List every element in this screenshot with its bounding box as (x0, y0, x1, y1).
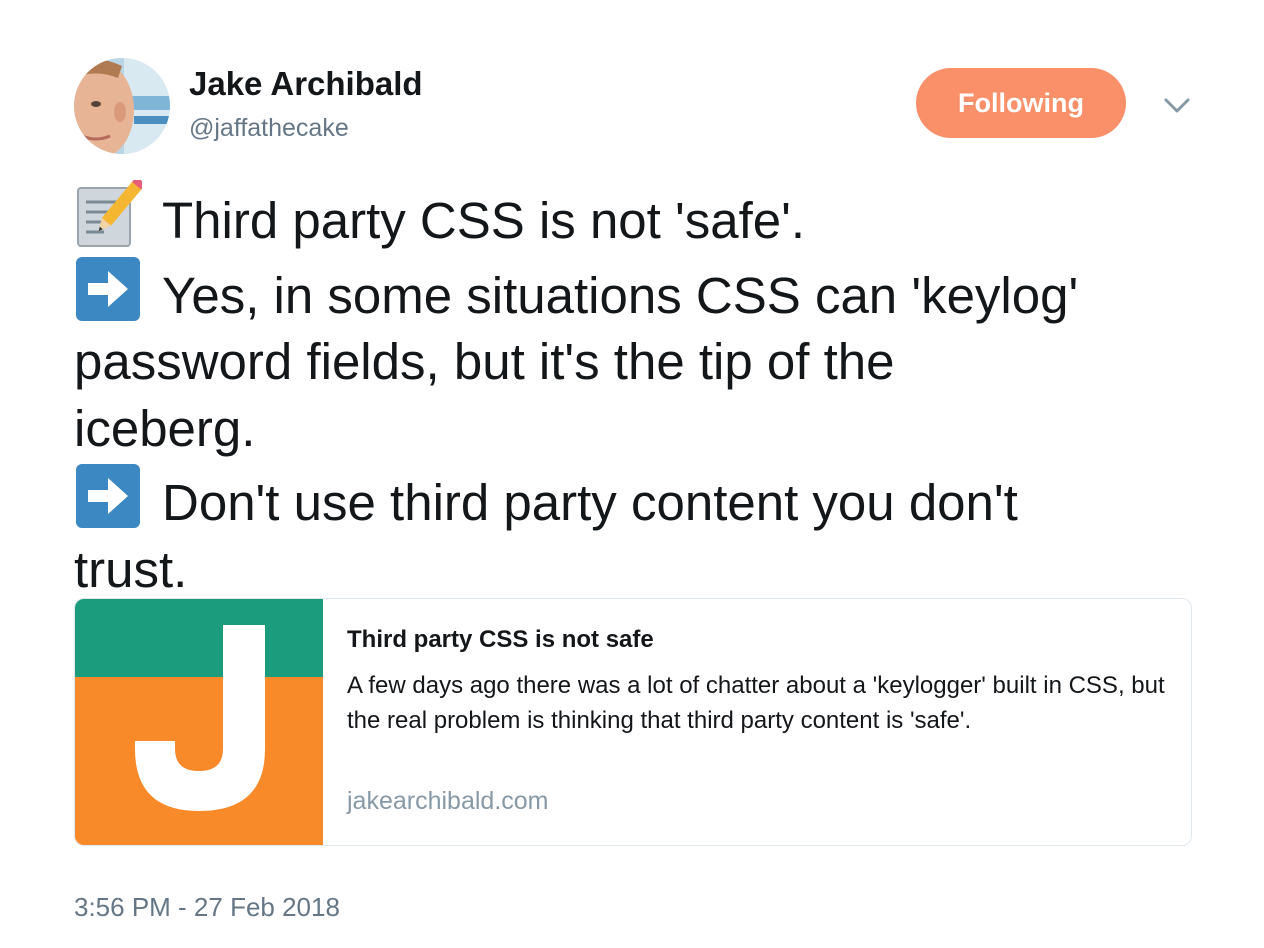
tweet-line: Yes, in some situations CSS can 'keylog' (74, 255, 1194, 330)
display-name[interactable]: Jake Archibald (189, 64, 423, 104)
tweet-timestamp[interactable]: 3:56 PM - 27 Feb 2018 (74, 890, 340, 924)
tweet-line: password fields, but it's the tip of the (74, 333, 895, 390)
following-button[interactable]: Following (916, 68, 1126, 138)
chevron-down-icon[interactable] (1160, 90, 1194, 120)
j-logo (75, 599, 323, 845)
tweet-line: iceberg. (74, 399, 256, 457)
tweet-line: Don't use third party content you don't (74, 462, 1194, 537)
tweet-line: trust. (74, 540, 188, 598)
right-arrow-icon (74, 255, 142, 323)
link-card[interactable]: Third party CSS is not safe A few days a… (74, 598, 1192, 846)
memo-icon (74, 176, 146, 248)
avatar[interactable] (74, 58, 170, 154)
tweet-text: Third party CSS is not 'safe'. Yes, in s… (74, 176, 1194, 603)
card-title: Third party CSS is not safe (347, 626, 654, 653)
right-arrow-icon (74, 462, 142, 530)
card-description: A few days ago there was a lot of chatte… (347, 672, 1165, 734)
tweet-line: Third party CSS is not 'safe'. (74, 176, 1194, 255)
card-domain: jakearchibald.com (347, 787, 549, 815)
user-handle[interactable]: @jaffathecake (189, 112, 349, 144)
avatar-photo (74, 58, 170, 154)
